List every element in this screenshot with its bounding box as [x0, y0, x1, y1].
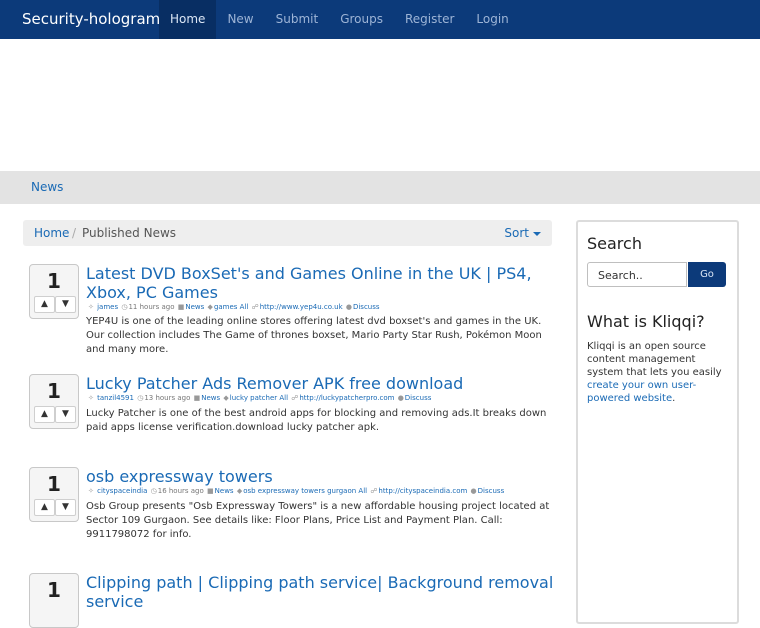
- category-bar: News: [0, 171, 760, 204]
- sidebar: Search Search.. Go What is Kliqqi? Kliqq…: [576, 220, 739, 624]
- thumbs-down-icon[interactable]: ▼: [55, 406, 76, 423]
- link-icon: ☍: [251, 303, 259, 311]
- story-url-link[interactable]: http://cityspaceindia.com: [378, 487, 467, 495]
- folder-icon: ■: [193, 394, 201, 402]
- breadcrumb-current: Published News: [82, 226, 177, 240]
- comment-icon: ●: [345, 303, 352, 311]
- story-item: 1 ▲ ▼ Lucky Patcher Ads Remover APK free…: [29, 374, 559, 444]
- story-url-link[interactable]: http://www.yep4u.co.uk: [260, 303, 343, 311]
- story-meta: ✧ tanzil4591 ◷13 hours ago ■News ◆lucky …: [87, 394, 431, 402]
- story-tags-link[interactable]: lucky patcher All: [230, 394, 288, 402]
- story-tags-link[interactable]: games All: [214, 303, 248, 311]
- nav-submit[interactable]: Submit: [265, 0, 330, 39]
- vote-count: 1: [47, 472, 61, 496]
- nav-register[interactable]: Register: [394, 0, 465, 39]
- top-navbar: Security-hologram Home New Submit Groups…: [0, 0, 760, 39]
- story-description: Lucky Patcher is one of the best android…: [86, 408, 547, 433]
- vote-count: 1: [47, 269, 61, 293]
- clock-icon: ◷: [121, 303, 128, 311]
- user-avatar-icon: ✧: [88, 487, 94, 495]
- clock-icon: ◷: [150, 487, 157, 495]
- about-body: Kliqqi is an open source content managem…: [587, 341, 722, 378]
- story-discuss-link[interactable]: Discuss: [405, 394, 432, 402]
- folder-icon: ■: [177, 303, 185, 311]
- nav-login[interactable]: Login: [465, 0, 519, 39]
- story-title-link[interactable]: Latest DVD BoxSet's and Games Online in …: [86, 264, 556, 302]
- about-heading: What is Kliqqi?: [587, 312, 705, 331]
- vote-count: 1: [47, 578, 61, 602]
- story-description: YEP4U is one of the leading online store…: [86, 316, 542, 355]
- about-text: Kliqqi is an open source content managem…: [587, 340, 727, 405]
- nav-groups[interactable]: Groups: [329, 0, 394, 39]
- vote-count: 1: [47, 379, 61, 403]
- story-category-link[interactable]: News: [185, 303, 204, 311]
- link-icon: ☍: [291, 394, 299, 402]
- story-category-link[interactable]: News: [201, 394, 220, 402]
- story-title-link[interactable]: Clipping path | Clipping path service| B…: [86, 573, 556, 611]
- nav-new[interactable]: New: [216, 0, 264, 39]
- vote-box: 1 ▲ ▼: [29, 467, 79, 522]
- story-title-link[interactable]: osb expressway towers: [86, 467, 556, 486]
- main-nav: Home New Submit Groups Register Login: [159, 0, 520, 39]
- comment-icon: ●: [397, 394, 404, 402]
- story-meta: ✧ james ◷11 hours ago ■News ◆games All ☍…: [87, 303, 380, 311]
- clock-icon: ◷: [137, 394, 144, 402]
- comment-icon: ●: [470, 487, 477, 495]
- story-author-link[interactable]: cityspaceindia: [97, 487, 147, 495]
- story-item: 1 ▲ ▼ osb expressway towers ✧ cityspacei…: [29, 467, 559, 547]
- link-icon: ☍: [370, 487, 378, 495]
- story-item: 1 ▲ ▼ Latest DVD BoxSet's and Games Onli…: [29, 264, 559, 355]
- search-go-button[interactable]: Go: [688, 262, 726, 287]
- tag-icon: ◆: [236, 487, 243, 495]
- thumbs-up-icon[interactable]: ▲: [34, 499, 55, 516]
- thumbs-up-icon[interactable]: ▲: [34, 406, 55, 423]
- about-create-link[interactable]: create your own user-powered website: [587, 380, 696, 404]
- story-time: 13 hours ago: [144, 394, 191, 402]
- vote-box: 1 ▲ ▼: [29, 264, 79, 319]
- tag-icon: ◆: [207, 303, 213, 311]
- thumbs-down-icon[interactable]: ▼: [55, 499, 76, 516]
- caret-down-icon: [533, 231, 541, 236]
- thumbs-down-icon[interactable]: ▼: [55, 296, 76, 313]
- thumbs-up-icon[interactable]: ▲: [34, 296, 55, 313]
- story-time: 11 hours ago: [128, 303, 175, 311]
- story-tags-link[interactable]: osb expressway towers gurgaon All: [243, 487, 367, 495]
- about-period: .: [672, 393, 676, 404]
- story-item: 1 Clipping path | Clipping path service|…: [29, 573, 559, 628]
- breadcrumb-separator: /: [72, 226, 77, 240]
- story-category-link[interactable]: News: [215, 487, 234, 495]
- story-discuss-link[interactable]: Discuss: [478, 487, 505, 495]
- tag-icon: ◆: [223, 394, 229, 402]
- category-news-link[interactable]: News: [31, 171, 63, 204]
- sort-dropdown[interactable]: Sort: [504, 220, 541, 246]
- vote-box: 1: [29, 573, 79, 628]
- nav-home[interactable]: Home: [159, 0, 217, 39]
- story-time: 16 hours ago: [157, 487, 204, 495]
- search-input[interactable]: Search..: [587, 262, 687, 287]
- folder-icon: ■: [207, 487, 214, 495]
- user-avatar-icon: ✧: [88, 303, 94, 311]
- user-avatar-icon: ✧: [88, 394, 94, 402]
- story-author-link[interactable]: tanzil4591: [97, 394, 134, 402]
- breadcrumb-home-link[interactable]: Home: [34, 220, 69, 246]
- vote-box: 1 ▲ ▼: [29, 374, 79, 429]
- story-meta: ✧ cityspaceindia ◷16 hours ago ■News ◆os…: [87, 487, 504, 495]
- story-discuss-link[interactable]: Discuss: [353, 303, 380, 311]
- story-title-link[interactable]: Lucky Patcher Ads Remover APK free downl…: [86, 374, 556, 393]
- sort-label: Sort: [504, 226, 529, 240]
- story-author-link[interactable]: james: [97, 303, 118, 311]
- site-brand[interactable]: Security-hologram: [22, 0, 160, 39]
- story-url-link[interactable]: http://luckypatcherpro.com: [299, 394, 394, 402]
- search-heading: Search: [587, 234, 642, 253]
- story-description: Osb Group presents "Osb Expressway Tower…: [86, 501, 550, 540]
- breadcrumb: Home / Published News Sort: [23, 220, 552, 246]
